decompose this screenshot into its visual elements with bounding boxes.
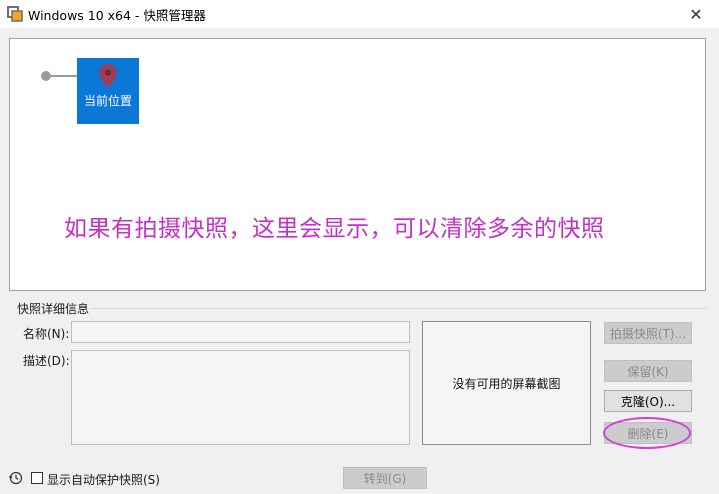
- description-field[interactable]: [71, 350, 410, 445]
- delete-button[interactable]: 删除(E): [604, 422, 692, 444]
- description-label: 描述(D):: [23, 354, 70, 368]
- vmware-app-icon: [7, 6, 23, 22]
- current-location-label: 当前位置: [83, 94, 132, 108]
- window-title: Windows 10 x64 - 快照管理器: [28, 8, 206, 23]
- take-snapshot-button[interactable]: 拍摄快照(T)...: [604, 322, 692, 344]
- goto-button[interactable]: 转到(G): [343, 467, 427, 489]
- no-screenshot-text: 没有可用的屏幕截图: [452, 376, 561, 391]
- close-button[interactable]: ✕: [673, 0, 719, 28]
- current-location-node[interactable]: 当前位置: [77, 58, 139, 124]
- clone-button[interactable]: 克隆(O)...: [604, 390, 692, 412]
- auto-protect-checkbox[interactable]: [31, 472, 43, 484]
- screenshot-preview: 没有可用的屏幕截图: [422, 321, 591, 445]
- group-divider: [92, 308, 706, 309]
- annotation-text: 如果有拍摄快照，这里会显示，可以清除多余的快照: [64, 216, 605, 242]
- details-group-title: 快照详细信息: [17, 302, 90, 316]
- auto-protect-label[interactable]: 显示自动保护快照(S): [47, 471, 160, 488]
- name-label: 名称(N):: [23, 327, 70, 341]
- title-bar: Windows 10 x64 - 快照管理器 ✕: [0, 0, 719, 28]
- keep-button[interactable]: 保留(K): [604, 360, 692, 382]
- close-icon: ✕: [689, 4, 703, 24]
- name-field[interactable]: [71, 321, 410, 343]
- snapshot-tree-area[interactable]: 当前位置 如果有拍摄快照，这里会显示，可以清除多余的快照: [9, 38, 706, 291]
- location-pin-icon: [99, 64, 117, 88]
- history-clock-icon: [9, 471, 23, 485]
